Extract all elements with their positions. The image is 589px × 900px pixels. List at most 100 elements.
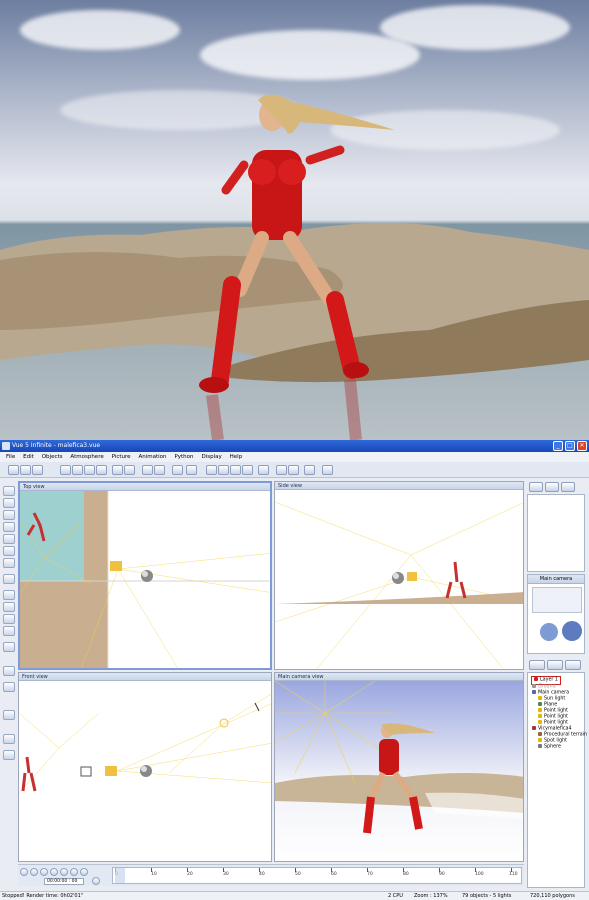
pyramid-tool-icon[interactable] — [3, 522, 15, 532]
zoom-indicator: Zoom : 137% — [414, 893, 448, 899]
timeline-ruler[interactable]: 0 10 20 30 40 50 60 70 80 90 100 110 — [112, 867, 522, 884]
spot-light-icon — [538, 738, 542, 742]
plant-tool-icon[interactable] — [3, 642, 15, 652]
open-scene-icon[interactable] — [20, 465, 31, 475]
cylinder-tool-icon[interactable] — [3, 498, 15, 508]
boolean-tool-icon[interactable] — [3, 710, 15, 720]
side-view-viewport[interactable]: Side view — [274, 481, 524, 670]
camera-pan-control-icon[interactable] — [540, 623, 558, 641]
world-browser: Layer 1 Ground Main camera Sun light Pla… — [527, 672, 587, 888]
import-tool-icon[interactable] — [3, 750, 15, 760]
side-view-scene — [275, 501, 523, 669]
status-message: Stopped! Render time: 0h02'01" — [2, 893, 84, 899]
cpu-indicator: 2 CPU — [388, 893, 403, 899]
pan-icon[interactable] — [242, 465, 253, 475]
zoom-out-icon[interactable] — [230, 465, 241, 475]
fast-forward-icon[interactable] — [60, 868, 68, 876]
menu-display[interactable]: Display — [201, 452, 221, 462]
sphere-icon — [538, 744, 542, 748]
rewind-icon[interactable] — [20, 868, 28, 876]
window-title: Vue 5 Infinite - malefica3.vue — [12, 442, 101, 449]
tree-item-label: Spot light — [544, 738, 568, 744]
tree-item-label: Vicymalefica4 — [538, 726, 572, 732]
previous-frame-icon[interactable] — [30, 868, 38, 876]
help-icon[interactable] — [322, 465, 333, 475]
redo-icon[interactable] — [72, 465, 83, 475]
close-button[interactable]: ✕ — [577, 441, 587, 451]
links-tab-icon[interactable] — [547, 660, 563, 670]
camera-options-icon[interactable] — [186, 465, 197, 475]
new-scene-icon[interactable] — [8, 465, 19, 475]
main-camera-view-viewport[interactable]: Main camera view — [274, 672, 524, 862]
group-icon[interactable] — [142, 465, 153, 475]
link-icon[interactable] — [172, 465, 183, 475]
undo-icon[interactable] — [60, 465, 71, 475]
loop-icon[interactable] — [80, 868, 88, 876]
metablob-tool-icon[interactable] — [3, 734, 15, 744]
cut-icon[interactable] — [84, 465, 95, 475]
render-scene — [0, 94, 589, 440]
ruler-tick-label: 100 — [475, 872, 484, 877]
menu-file[interactable]: File — [6, 452, 15, 462]
ungroup-icon[interactable] — [154, 465, 165, 475]
menu-animation[interactable]: Animation — [138, 452, 166, 462]
zoom-in-icon[interactable] — [218, 465, 229, 475]
play-icon[interactable] — [40, 868, 48, 876]
delete-icon[interactable] — [124, 465, 135, 475]
sun-light-icon — [538, 696, 542, 700]
render-options-icon[interactable] — [258, 465, 269, 475]
maximize-button[interactable]: □ — [565, 441, 575, 451]
menu-picture[interactable]: Picture — [112, 452, 131, 462]
object-preview-box — [527, 494, 585, 572]
timeline-cursor[interactable] — [115, 868, 125, 883]
menu-atmosphere[interactable]: Atmosphere — [70, 452, 103, 462]
menu-help[interactable]: Help — [230, 452, 243, 462]
animation-timeline: 00:00:00 : 00 0 10 20 30 40 50 60 70 80 … — [18, 864, 524, 886]
cone-tool-icon[interactable] — [3, 534, 15, 544]
top-view-scene — [20, 491, 270, 668]
tree-item-sphere[interactable]: Sphere — [538, 744, 561, 751]
terrain-tool-icon[interactable] — [3, 574, 15, 584]
library-tab-icon[interactable] — [565, 660, 581, 670]
numerics-tab-icon[interactable] — [545, 482, 559, 492]
copy-icon[interactable] — [96, 465, 107, 475]
time-field[interactable]: 00:00:00 : 00 — [44, 878, 84, 885]
figure-icon — [532, 726, 536, 730]
tree-item-label: Sphere — [544, 744, 561, 750]
objects-tab-icon[interactable] — [529, 660, 545, 670]
next-frame-icon[interactable] — [50, 868, 58, 876]
top-view-viewport[interactable]: Top view — [18, 481, 272, 670]
sun-tool-icon[interactable] — [3, 682, 15, 692]
menu-bar: File Edit Objects Atmosphere Picture Ani… — [0, 452, 589, 462]
sphere-tool-icon[interactable] — [3, 486, 15, 496]
zoom-icon[interactable] — [206, 465, 217, 475]
render-icon[interactable] — [276, 465, 287, 475]
display-icon[interactable] — [304, 465, 315, 475]
cloud-tool-icon[interactable] — [3, 614, 15, 624]
record-icon[interactable] — [70, 868, 78, 876]
ruler-tick-label: 90 — [439, 872, 445, 877]
water-tool-icon[interactable] — [3, 590, 15, 600]
ground-tool-icon[interactable] — [3, 602, 15, 612]
timeline-options-icon[interactable] — [92, 877, 100, 885]
menu-python[interactable]: Python — [174, 452, 193, 462]
rock-tool-icon[interactable] — [3, 626, 15, 636]
render-area-icon[interactable] — [288, 465, 299, 475]
paste-icon[interactable] — [112, 465, 123, 475]
cube-tool-icon[interactable] — [3, 510, 15, 520]
camera-orbit-control-icon[interactable] — [562, 621, 582, 641]
menu-edit[interactable]: Edit — [23, 452, 34, 462]
front-view-scene — [19, 693, 271, 794]
camera-control-panel: Main camera — [527, 574, 585, 654]
front-view-viewport[interactable]: Front view — [18, 672, 272, 862]
terrain-icon — [538, 732, 542, 736]
minimize-button[interactable]: _ — [553, 441, 563, 451]
aspect-tab-icon[interactable] — [561, 482, 575, 492]
material-tab-icon[interactable] — [529, 482, 543, 492]
save-scene-icon[interactable] — [32, 465, 43, 475]
layer-icon — [534, 677, 538, 681]
menu-objects[interactable]: Objects — [42, 452, 63, 462]
torus-tool-icon[interactable] — [3, 546, 15, 556]
light-tool-icon[interactable] — [3, 666, 15, 676]
alpha-plane-tool-icon[interactable] — [3, 558, 15, 568]
